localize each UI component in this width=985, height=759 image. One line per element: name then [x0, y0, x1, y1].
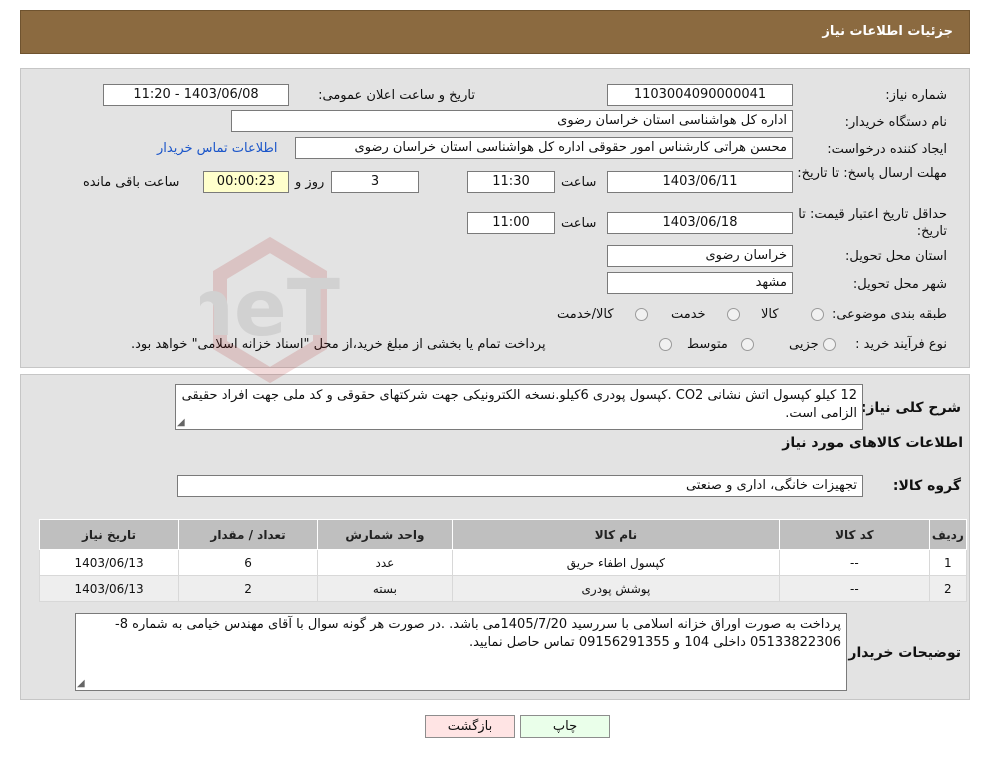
cell-date: 1403/06/13	[38, 575, 180, 602]
print-button[interactable]: چاپ	[520, 715, 610, 738]
description-textarea[interactable]: 12 کیلو کپسول اتش نشانی CO2 .کپسول پودری…	[175, 384, 863, 430]
process-note: پرداخت تمام یا بخشی از مبلغ خرید،از محل …	[131, 337, 546, 352]
col-unit-header: واحد شمارش	[317, 519, 453, 550]
announce-field: 1403/06/08 - 11:20	[103, 84, 289, 106]
days-label: روز و	[295, 175, 325, 190]
process-label: نوع فرآیند خرید :	[855, 337, 947, 352]
process-medium-label: متوسط	[687, 337, 728, 352]
validity-time-label: ساعت	[561, 216, 597, 231]
validity-time-field: 11:00	[467, 212, 555, 234]
city-field: مشهد	[607, 272, 793, 294]
deadline-time-label: ساعت	[561, 175, 597, 190]
buyer-contact-link[interactable]: اطلاعات تماس خریدار	[157, 141, 277, 156]
need-number-label: شماره نیاز:	[885, 88, 947, 103]
table-row: 2 -- پوشش پودری بسته 2 1403/06/13	[38, 575, 968, 602]
page-header: جزئیات اطلاعات نیاز	[20, 10, 970, 54]
category-service-label: خدمت	[671, 307, 706, 322]
goods-group-field: تجهیزات خانگی، اداری و صنعتی	[177, 475, 863, 497]
col-name-header: نام کالا	[451, 519, 781, 550]
cell-qty: 6	[178, 549, 319, 576]
resize-grip-icon[interactable]: ◢	[177, 417, 185, 428]
process-note-radio[interactable]	[659, 338, 672, 351]
cell-code: --	[779, 549, 930, 576]
remaining-time-field: 00:00:23	[203, 171, 289, 193]
need-info-panel: شماره نیاز: 1103004090000041 تاریخ و ساع…	[20, 68, 970, 368]
goods-table-header: ردیف کد کالا نام کالا واحد شمارش تعداد /…	[38, 519, 968, 550]
cell-name: کپسول اطفاء حریق	[451, 549, 781, 576]
validity-date-field: 1403/06/18	[607, 212, 793, 234]
category-goods-service-radio[interactable]	[635, 308, 648, 321]
buyer-label: نام دستگاه خریدار:	[844, 115, 947, 130]
cell-code: --	[779, 575, 930, 602]
category-goods-label: کالا	[761, 307, 779, 322]
col-date-header: تاریخ نیاز	[38, 519, 180, 550]
back-button[interactable]: بازگشت	[425, 715, 515, 738]
details-panel: شرح کلی نیاز: 12 کیلو کپسول اتش نشانی CO…	[20, 374, 970, 700]
announce-label: تاریخ و ساعت اعلان عمومی:	[318, 88, 475, 103]
remaining-label: ساعت باقی مانده	[83, 175, 180, 190]
goods-table: ردیف کد کالا نام کالا واحد شمارش تعداد /…	[38, 519, 968, 602]
buyer-notes-label: توضیحات خریدار:	[842, 645, 961, 661]
col-code-header: کد کالا	[779, 519, 930, 550]
goods-group-label: گروه کالا:	[892, 478, 961, 494]
buyer-field: اداره کل هواشناسی استان خراسان رضوی	[231, 110, 793, 132]
goods-section-title: اطلاعات کالاهای مورد نیاز	[782, 435, 963, 451]
table-row: 1 -- کپسول اطفاء حریق عدد 6 1403/06/13	[38, 549, 968, 576]
province-label: استان محل تحویل:	[845, 249, 947, 264]
need-number-field: 1103004090000041	[607, 84, 793, 106]
buyer-notes-textarea[interactable]: پرداخت به صورت اوراق خزانه اسلامی با سرر…	[75, 613, 847, 691]
deadline-label: مهلت ارسال پاسخ: تا تاریخ:	[797, 166, 947, 181]
page-title: جزئیات اطلاعات نیاز	[822, 24, 953, 39]
requester-label: ایجاد کننده درخواست:	[827, 142, 947, 157]
deadline-date-field: 1403/06/11	[607, 171, 793, 193]
province-field: خراسان رضوی	[607, 245, 793, 267]
col-row-header: ردیف	[928, 519, 968, 550]
process-medium-radio[interactable]	[741, 338, 754, 351]
cell-date: 1403/06/13	[38, 549, 180, 576]
description-label: شرح کلی نیاز:	[860, 400, 961, 416]
cell-unit: بسته	[317, 575, 453, 602]
category-service-radio[interactable]	[727, 308, 740, 321]
deadline-time-field: 11:30	[467, 171, 555, 193]
cell-unit: عدد	[317, 549, 453, 576]
cell-qty: 2	[178, 575, 319, 602]
col-qty-header: تعداد / مقدار	[178, 519, 319, 550]
city-label: شهر محل تحویل:	[852, 277, 947, 292]
process-minor-radio[interactable]	[823, 338, 836, 351]
process-minor-label: جزیی	[789, 337, 819, 352]
category-label: طبقه بندی موضوعی:	[831, 307, 947, 322]
resize-grip-icon[interactable]: ◢	[77, 678, 85, 689]
days-field: 3	[331, 171, 419, 193]
cell-row: 2	[928, 575, 968, 602]
requester-field: محسن هراتی کارشناس امور حقوقی اداره کل ه…	[295, 137, 793, 159]
cell-row: 1	[928, 549, 968, 576]
cell-name: پوشش پودری	[451, 575, 781, 602]
category-goods-radio[interactable]	[811, 308, 824, 321]
category-goods-service-label: کالا/خدمت	[557, 307, 614, 322]
validity-label: حداقل تاریخ اعتبار قیمت: تا تاریخ:	[798, 207, 947, 239]
